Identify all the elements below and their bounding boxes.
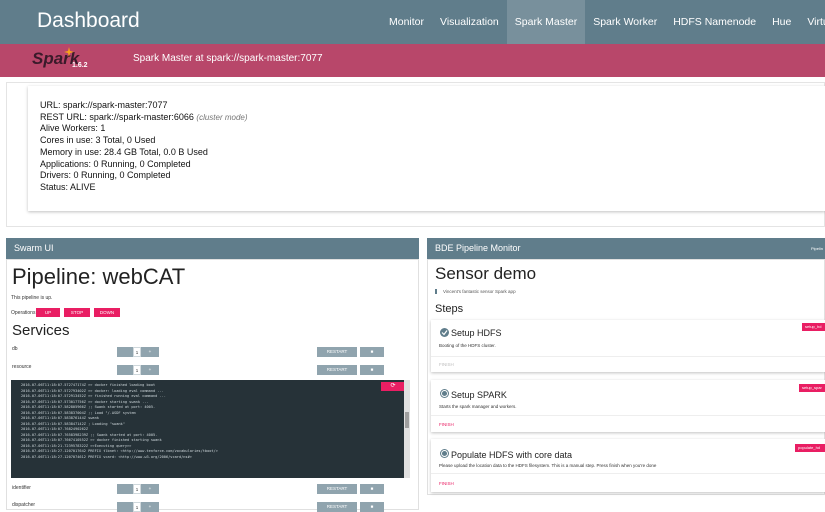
nav-visualization[interactable]: Visualization <box>432 0 507 44</box>
trash-icon: ■ <box>370 486 374 491</box>
step-desc: Please upload the location data to the H… <box>439 463 657 468</box>
nav-spark-worker[interactable]: Spark Worker <box>585 0 665 44</box>
trash-icon: ■ <box>370 349 374 354</box>
service-logs[interactable]: 2016-07-06T11:18:07.572747174Z >> docker… <box>11 380 410 478</box>
step-desc: Booting of the HDFS cluster. <box>439 343 496 348</box>
sensor-title: Sensor demo <box>435 264 537 283</box>
scale-input-dispatcher[interactable]: 1 <box>133 502 141 512</box>
logs-scrollbar[interactable] <box>404 380 410 478</box>
nav-virtuoso[interactable]: Virtuoso <box>799 0 825 44</box>
scale-up-button-identifier[interactable]: + <box>141 484 159 494</box>
bde-panel-header: BDE Pipeline Monitor Pipelin <box>427 238 825 259</box>
finish-button[interactable]: FINISH <box>439 362 454 367</box>
spark-header: Spark 1.6.2 Spark Master at spark://spar… <box>0 44 825 77</box>
nav-spark-master[interactable]: Spark Master <box>506 0 586 44</box>
nav-hdfs-namenode[interactable]: HDFS Namenode <box>665 0 764 44</box>
scale-up-button-dispatcher[interactable]: + <box>141 502 159 512</box>
spark-version: 1.6.2 <box>72 62 88 69</box>
scale-input-resource[interactable]: 1 <box>133 365 141 375</box>
spark-url: URL: spark://spark-master:7077 <box>40 100 168 110</box>
refresh-logs-button[interactable]: ⟳ <box>381 382 405 391</box>
step-tag: setup_spar <box>799 384 825 392</box>
scale-input-db[interactable]: 1 <box>133 347 141 357</box>
bde-panel-title: BDE Pipeline Monitor <box>435 243 521 253</box>
steps-title: Steps <box>435 303 464 315</box>
step-divider <box>431 356 825 357</box>
spark-memory: Memory in use: 28.4 GB Total, 0.0 B Used <box>40 146 208 157</box>
step-desc: Starts the spark manager and workers. <box>439 404 517 409</box>
step-divider <box>431 473 825 474</box>
up-button[interactable]: UP <box>36 308 60 317</box>
step-divider <box>431 415 825 416</box>
scale-up-button-db[interactable]: + <box>141 347 159 357</box>
restart-button-identifier[interactable]: RESTART <box>317 484 357 494</box>
scale-down-button-resource[interactable] <box>117 365 133 375</box>
trash-icon: ■ <box>370 367 374 372</box>
top-navbar: Dashboard Monitor Visualization Spark Ma… <box>0 0 825 44</box>
clock-icon <box>440 389 449 398</box>
finish-button[interactable]: FINISH <box>439 481 454 486</box>
spark-drivers: Drivers: 0 Running, 0 Completed <box>40 170 171 181</box>
service-name-dispatcher: dispatcher <box>12 502 36 508</box>
pipeline-title: Pipeline: webCAT <box>12 264 186 289</box>
nav-hue[interactable]: Hue <box>764 0 799 44</box>
logs-scrollbar-thumb[interactable] <box>405 412 409 428</box>
restart-button-resource[interactable]: RESTART <box>317 365 357 375</box>
spark-rest-url-row: REST URL: spark://spark-master:6066 (clu… <box>40 112 248 124</box>
scale-up-button-resource[interactable]: + <box>141 365 159 375</box>
bde-panel-link[interactable]: Pipelin <box>811 238 823 259</box>
delete-button-resource[interactable]: ■ <box>360 365 384 375</box>
service-name-identifier: identifier <box>12 485 31 491</box>
log-line: 2016-07-06T11:18:27.1207074612 PREFIX vc… <box>21 454 192 459</box>
operations-label: Operations <box>11 310 36 316</box>
restart-button-dispatcher[interactable]: RESTART <box>317 502 357 512</box>
delete-button-identifier[interactable]: ■ <box>360 484 384 494</box>
scale-input-identifier[interactable]: 1 <box>133 484 141 494</box>
step-title: Setup HDFS <box>451 328 502 338</box>
spark-info-list: URL: spark://spark-master:7077 REST URL:… <box>40 100 248 194</box>
scale-down-button-db[interactable] <box>117 347 133 357</box>
check-icon <box>440 328 449 337</box>
spark-workers: Alive Workers: 1 <box>40 123 106 134</box>
down-button[interactable]: DOWN <box>94 308 120 317</box>
spark-star-icon <box>64 47 74 57</box>
scale-down-button-dispatcher[interactable] <box>117 502 133 512</box>
services-title: Services <box>12 322 70 339</box>
stop-button[interactable]: STOP <box>64 308 90 317</box>
sensor-subtitle: Vincent's fantastic sensor Spark app <box>435 289 516 294</box>
clock-icon <box>440 449 449 458</box>
nav-monitor[interactable]: Monitor <box>381 0 432 44</box>
pipeline-status: This pipeline is up. <box>11 295 53 301</box>
scale-down-button-identifier[interactable] <box>117 484 133 494</box>
spark-master-title: Spark Master at spark://spark-master:707… <box>133 53 323 64</box>
service-name-resource: resource <box>12 364 32 370</box>
spark-applications: Applications: 0 Running, 0 Completed <box>40 158 191 169</box>
step-tag: populate_hd <box>795 444 825 452</box>
restart-button-db[interactable]: RESTART <box>317 347 357 357</box>
delete-button-dispatcher[interactable]: ■ <box>360 502 384 512</box>
finish-button[interactable]: FINISH <box>439 422 454 427</box>
spark-rest-url: REST URL: spark://spark-master:6066 <box>40 111 194 122</box>
delete-button-db[interactable]: ■ <box>360 347 384 357</box>
step-title: Setup SPARK <box>451 390 507 400</box>
dashboard-brand[interactable]: Dashboard <box>37 9 140 33</box>
step-tag: setup_hd <box>802 323 825 331</box>
step-title: Populate HDFS with core data <box>451 450 573 460</box>
nav-menu: Monitor Visualization Spark Master Spark… <box>381 0 825 44</box>
spark-cores: Cores in use: 3 Total, 0 Used <box>40 135 156 146</box>
service-name-db: db <box>12 346 18 352</box>
spark-rest-mode: (cluster mode) <box>196 112 248 122</box>
swarm-panel-header: Swarm UI <box>6 238 419 259</box>
trash-icon: ■ <box>370 504 374 509</box>
refresh-icon: ⟳ <box>390 383 396 389</box>
spark-status: Status: ALIVE <box>40 181 96 192</box>
